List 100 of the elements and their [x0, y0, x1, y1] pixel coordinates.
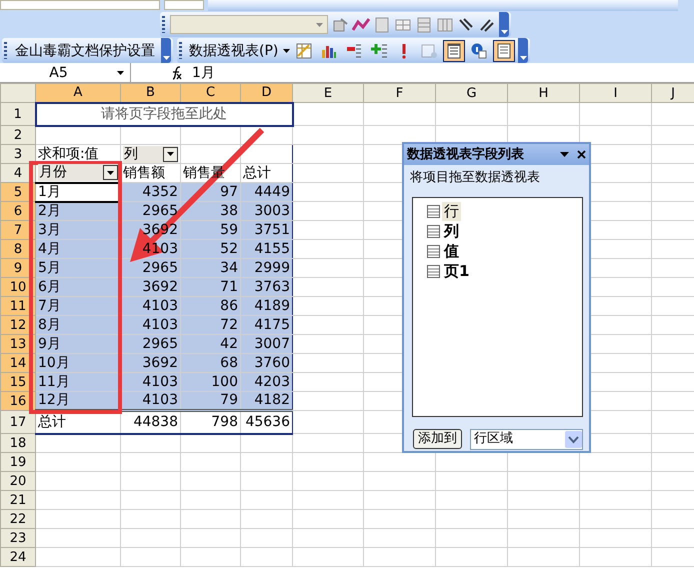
font-field[interactable]	[0, 0, 160, 10]
table-cell: 4182	[254, 392, 290, 408]
row-header[interactable]: 23	[0, 528, 36, 548]
field-icon	[427, 225, 440, 238]
close-icon[interactable]	[577, 150, 586, 159]
formula-field[interactable]: 1月	[189, 62, 215, 82]
column-header[interactable]: E	[292, 84, 364, 102]
table-cell: 2965	[142, 336, 178, 352]
toolbar-grip[interactable]	[179, 42, 182, 59]
row-header[interactable]: 21	[0, 490, 36, 510]
column-header[interactable]: A	[36, 84, 120, 102]
page-icon	[495, 42, 514, 60]
table-cell: 4203	[254, 374, 290, 390]
toolbar-grip[interactable]	[4, 42, 7, 59]
table-cell: 2月	[38, 202, 61, 219]
add-to-button[interactable]: 添加到	[413, 429, 462, 449]
table-cell: 3692	[142, 354, 178, 370]
minus-icon	[345, 42, 364, 60]
table-cell: 3763	[254, 278, 290, 294]
table-cell: 44838	[133, 414, 178, 430]
dropdown-arrow-icon	[167, 152, 174, 156]
table-cell: 4175	[254, 316, 290, 332]
table-cell: 34	[220, 260, 238, 276]
row-header[interactable]: 17	[0, 410, 36, 434]
table-cell: 42	[220, 336, 238, 352]
table-icon	[295, 42, 314, 60]
table-cell: 4月	[38, 240, 61, 256]
column-header[interactable]: F	[364, 84, 436, 102]
table-cell: 2999	[254, 260, 290, 276]
toolbar-button[interactable]	[443, 40, 466, 62]
column-header[interactable]: C	[180, 84, 240, 102]
table-cell: 4103	[142, 316, 178, 332]
table-cell: 销售额	[123, 164, 165, 180]
row-header[interactable]: 2	[0, 126, 36, 144]
column-header[interactable]: I	[580, 84, 652, 102]
toolbar-options-button[interactable]	[518, 38, 528, 63]
table-cell: 7月	[38, 298, 61, 314]
toolbar-options-button[interactable]	[499, 12, 509, 37]
plus-icon	[370, 42, 388, 60]
table-cell: 总计	[243, 164, 271, 180]
field-button[interactable]: 月份	[38, 164, 118, 182]
table-cell: 2965	[142, 202, 178, 218]
format-icon[interactable]	[331, 16, 349, 34]
dropdown-button[interactable]	[103, 165, 118, 180]
chevron-icon	[162, 56, 170, 60]
dropdown-arrow-icon[interactable]	[560, 152, 569, 157]
row-header[interactable]: 20	[0, 472, 36, 490]
field-item[interactable]: 行	[442, 202, 461, 221]
table-cell: 86	[220, 298, 238, 314]
table-cell: 4155	[254, 240, 290, 256]
table-cell: 72	[220, 316, 238, 332]
column-header[interactable]: J	[652, 84, 694, 102]
list-icon	[445, 42, 464, 60]
chevron-icon	[520, 56, 527, 60]
table-cell: 4449	[254, 184, 290, 200]
table-cell: 38	[220, 202, 238, 218]
column-header[interactable]: B	[120, 84, 180, 102]
pane-title: 数据透视表字段列表	[407, 146, 524, 164]
field-item[interactable]: 列	[442, 222, 461, 241]
table-cell: 2965	[142, 260, 178, 276]
table-cell: 4103	[142, 374, 178, 390]
table-cell: 3007	[254, 336, 290, 352]
table-cell: 求和项:值	[38, 146, 99, 162]
table-cell: 8月	[38, 316, 61, 332]
table-cell: 3月	[38, 222, 61, 238]
toolbar-button[interactable]	[493, 40, 516, 62]
angle-text-down-icon[interactable]	[457, 16, 475, 34]
field-item[interactable]: 值	[442, 242, 461, 261]
table-cell: 3692	[142, 278, 178, 294]
row-header[interactable]: 24	[0, 548, 36, 566]
column-header[interactable]: D	[240, 84, 292, 102]
toolbar-options-button[interactable]	[161, 38, 171, 63]
row-header[interactable]: 1	[0, 102, 36, 126]
field-button[interactable]: 列	[123, 146, 178, 162]
table-cell: 71	[220, 278, 238, 294]
instruction-text: 将项目拖至数据透视表	[409, 169, 541, 187]
row-header[interactable]: 22	[0, 510, 36, 528]
size-field[interactable]	[164, 0, 204, 10]
info-icon	[470, 42, 488, 60]
table-cell: 3751	[254, 222, 290, 238]
row-header[interactable]: 19	[0, 452, 36, 472]
table-cell: 3760	[254, 354, 290, 370]
table-cell: 4103	[142, 392, 178, 408]
name-box[interactable]: A5	[0, 62, 117, 82]
table-cell: 52	[220, 240, 238, 256]
row-header[interactable]: 18	[0, 434, 36, 452]
toolbar-grip[interactable]	[162, 16, 165, 33]
field-item[interactable]: 页1	[442, 262, 472, 281]
column-header[interactable]: H	[508, 84, 580, 102]
dropdown-button[interactable]	[163, 146, 178, 162]
chevron-icon	[500, 30, 508, 34]
caret-icon	[283, 48, 290, 52]
row-header[interactable]: 3	[0, 144, 36, 164]
dropdown-arrow-icon[interactable]	[117, 70, 124, 74]
table-cell: 100	[211, 374, 238, 390]
chart-type-icon[interactable]	[352, 16, 370, 34]
table-cell: 97	[220, 184, 238, 200]
table-cell: 4352	[142, 184, 178, 200]
area-dropdown[interactable]: 行区域	[470, 428, 583, 450]
column-header[interactable]: G	[436, 84, 508, 102]
